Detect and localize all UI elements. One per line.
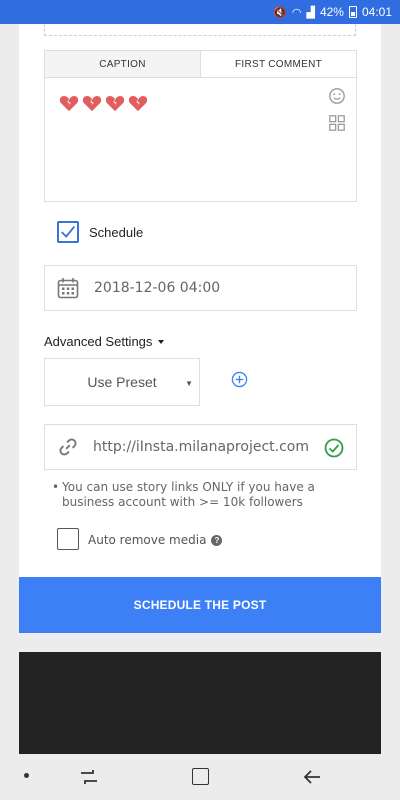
tab-caption[interactable]: CAPTION	[45, 51, 201, 77]
schedule-datetime-value: 2018-12-06 04:00	[94, 280, 221, 296]
advanced-settings-label: Advanced Settings	[44, 334, 153, 349]
help-icon[interactable]: ?	[211, 534, 223, 546]
post-form-card: CAPTION FIRST COMMENT Schedule 2018-12-0…	[19, 24, 381, 577]
broken-heart-icon	[82, 96, 102, 112]
battery-icon	[348, 6, 357, 18]
dark-panel	[19, 652, 381, 754]
story-link-value: http://iInsta.milanaproject.com	[93, 439, 309, 455]
check-circle-icon	[324, 438, 344, 458]
advanced-settings-toggle[interactable]: Advanced Settings	[44, 334, 165, 349]
checkmark-icon	[61, 226, 75, 238]
signal-icon: ▟	[306, 6, 315, 19]
schedule-label: Schedule	[89, 225, 144, 240]
status-bar: 🔇 ◠ ▟ 42% 04:01	[0, 0, 400, 24]
tab-first-comment[interactable]: FIRST COMMENT	[201, 51, 356, 77]
auto-remove-label: Auto remove media	[88, 533, 207, 547]
dropdown-arrow-icon: ▼	[185, 379, 193, 388]
caption-tabs: CAPTION FIRST COMMENT	[45, 51, 356, 78]
story-link-note: • You can use story links ONLY if you ha…	[52, 480, 352, 510]
caption-box: CAPTION FIRST COMMENT	[44, 50, 357, 202]
schedule-datetime-field[interactable]: 2018-12-06 04:00	[44, 265, 357, 311]
smile-icon[interactable]	[328, 87, 346, 105]
clock: 04:01	[361, 5, 392, 19]
preset-select[interactable]: Use Preset ▼	[44, 358, 200, 406]
back-icon[interactable]	[302, 767, 322, 787]
schedule-checkbox[interactable]	[57, 221, 79, 243]
broken-heart-icon	[59, 96, 79, 112]
grid-icon[interactable]	[328, 114, 346, 132]
bullet-icon: •	[52, 480, 60, 494]
add-preset-button[interactable]	[231, 371, 248, 388]
broken-heart-icon	[105, 96, 125, 112]
auto-remove-label-row: Auto remove media ?	[88, 533, 223, 547]
story-link-note-text: You can use story links ONLY if you have…	[62, 480, 315, 509]
auto-remove-checkbox[interactable]	[57, 528, 79, 550]
home-icon[interactable]	[192, 768, 209, 785]
media-dropzone[interactable]	[44, 24, 356, 36]
dot-icon	[24, 773, 29, 778]
mute-icon: 🔇	[273, 6, 287, 19]
schedule-post-button[interactable]: SCHEDULE THE POST	[19, 577, 381, 633]
broken-heart-icon	[128, 96, 148, 112]
calendar-icon	[57, 278, 79, 299]
link-icon	[59, 438, 77, 456]
story-link-field[interactable]: http://iInsta.milanaproject.com	[44, 424, 357, 470]
preset-select-value: Use Preset	[87, 374, 157, 390]
wifi-icon: ◠	[291, 6, 302, 19]
caption-text[interactable]	[59, 94, 148, 112]
navigation-bar	[0, 754, 400, 800]
caret-down-icon	[158, 340, 165, 344]
battery-percent: 42%	[319, 5, 344, 19]
recent-apps-icon[interactable]	[79, 768, 99, 786]
